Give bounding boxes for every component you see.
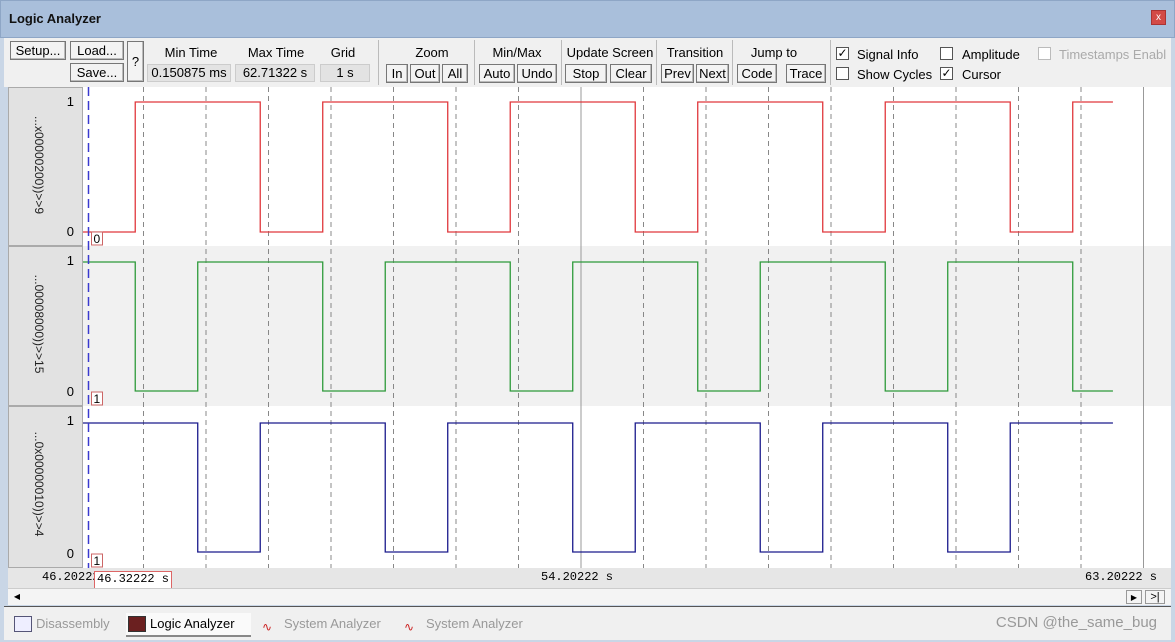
cursor-time-label: 46.32222 s — [94, 571, 173, 589]
cursor-value-label: 0 — [94, 232, 101, 246]
high-level-label: 1 — [66, 94, 74, 109]
time-axis: 46.20222 54.20222 s 63.20222 s 46.32222 … — [8, 568, 1171, 589]
min-time-label: Min Time — [164, 45, 218, 60]
divider — [378, 40, 379, 85]
zoom-in-button[interactable]: In — [386, 64, 408, 83]
waveform-area[interactable]: 1 ...x00000200))>>9 0 1 ...00008000))>>1… — [8, 87, 1171, 588]
timestamps-label: Timestamps Enabl — [1059, 47, 1167, 62]
tab-label: System Analyzer — [426, 616, 523, 631]
toolbar: Setup... Load... Save... ? Min Time 0.15… — [4, 38, 1171, 87]
tab-system-analyzer[interactable]: ∿ System Analyzer — [402, 613, 523, 637]
tab-label: Logic Analyzer — [150, 616, 235, 631]
grid-value: 1 s — [320, 64, 370, 82]
minmax-label: Min/Max — [492, 45, 542, 60]
high-level-label: 1 — [66, 413, 74, 428]
amplitude-checkbox[interactable] — [940, 47, 953, 60]
cursor-value-label: 1 — [94, 554, 101, 568]
high-level-label: 1 — [66, 253, 74, 268]
zoom-out-button[interactable]: Out — [410, 64, 440, 83]
signal-waveform — [83, 101, 1113, 233]
min-time-value: 0.150875 ms — [147, 64, 231, 82]
signal-band-bg — [83, 246, 1171, 406]
window-title: Logic Analyzer — [9, 11, 101, 26]
disassembly-icon — [14, 616, 32, 632]
tab-label: System Analyzer — [284, 616, 381, 631]
tab-logic-analyzer[interactable]: Logic Analyzer — [126, 613, 251, 637]
divider — [830, 40, 831, 85]
undo-button[interactable]: Undo — [517, 64, 557, 83]
update-screen-label: Update Screen — [566, 45, 654, 60]
divider — [732, 40, 733, 85]
watermark: CSDN @the_same_bug — [995, 614, 1157, 631]
zoom-all-button[interactable]: All — [442, 64, 468, 83]
jump-to-label: Jump to — [750, 45, 798, 60]
save-button[interactable]: Save... — [70, 63, 124, 82]
system-analyzer-icon: ∿ — [404, 620, 415, 634]
time-mid-label: 54.20222 s — [541, 570, 614, 584]
prev-button[interactable]: Prev — [661, 64, 694, 83]
amplitude-label: Amplitude — [962, 47, 1020, 62]
logic-analyzer-icon — [128, 616, 146, 632]
time-start-label: 46.20222 — [42, 570, 100, 584]
scroll-left-button[interactable]: ◀ — [10, 590, 24, 604]
stop-button[interactable]: Stop — [565, 64, 607, 83]
load-button[interactable]: Load... — [70, 41, 124, 60]
low-level-label: 0 — [66, 384, 74, 399]
tab-disassembly[interactable]: Disassembly — [12, 613, 110, 637]
low-level-label: 0 — [66, 546, 74, 561]
signal-waveform — [83, 422, 1113, 553]
waveform-plot[interactable]: 0 1 1 — [83, 87, 1171, 568]
cursor-label: Cursor — [962, 67, 1002, 82]
signal-name: ...00008000))>>15 — [32, 274, 46, 374]
time-end-label: 63.20222 s — [1085, 570, 1158, 584]
timestamps-checkbox[interactable] — [1038, 47, 1051, 60]
window-titlebar — [0, 0, 1175, 38]
horizontal-scrollbar[interactable]: ◀ ▶ >| — [8, 588, 1171, 605]
tab-label: Disassembly — [36, 616, 110, 631]
show-cycles-label: Show Cycles — [857, 67, 933, 82]
signal-label-panel[interactable]: 1 ...0x00000010))>>4 0 — [8, 406, 83, 568]
max-time-value: 62.71322 s — [235, 64, 315, 82]
signal-info-checkbox[interactable]: ✓ — [836, 47, 849, 60]
setup-button[interactable]: Setup... — [10, 41, 66, 60]
grid-label: Grid — [330, 45, 356, 60]
code-button[interactable]: Code — [737, 64, 777, 83]
divider — [474, 40, 475, 85]
zoom-label: Zoom — [415, 45, 449, 60]
divider — [656, 40, 657, 85]
signal-label-panel[interactable]: 1 ...00008000))>>15 0 — [8, 246, 83, 406]
close-button[interactable]: x — [1151, 10, 1166, 25]
signal-info-label: Signal Info — [857, 47, 919, 62]
cursor-value-label: 1 — [94, 392, 101, 406]
signal-name: ...x00000200))>>9 — [32, 115, 46, 215]
scroll-end-button[interactable]: >| — [1145, 590, 1165, 604]
low-level-label: 0 — [66, 224, 74, 239]
signal-label-panel[interactable]: 1 ...x00000200))>>9 0 — [8, 87, 83, 246]
next-button[interactable]: Next — [696, 64, 729, 83]
cursor-checkbox[interactable]: ✓ — [940, 67, 953, 80]
auto-button[interactable]: Auto — [479, 64, 515, 83]
help-button[interactable]: ? — [127, 41, 144, 82]
max-time-label: Max Time — [247, 45, 305, 60]
transition-label: Transition — [666, 45, 724, 60]
show-cycles-checkbox[interactable] — [836, 67, 849, 80]
system-analyzer-icon: ∿ — [262, 620, 273, 634]
scroll-right-button[interactable]: ▶ — [1126, 590, 1142, 604]
trace-button[interactable]: Trace — [786, 64, 826, 83]
clear-button[interactable]: Clear — [610, 64, 652, 83]
tab-system-analyzer[interactable]: ∿ System Analyzer — [260, 613, 381, 637]
signal-name: ...0x00000010))>>4 — [32, 431, 46, 537]
